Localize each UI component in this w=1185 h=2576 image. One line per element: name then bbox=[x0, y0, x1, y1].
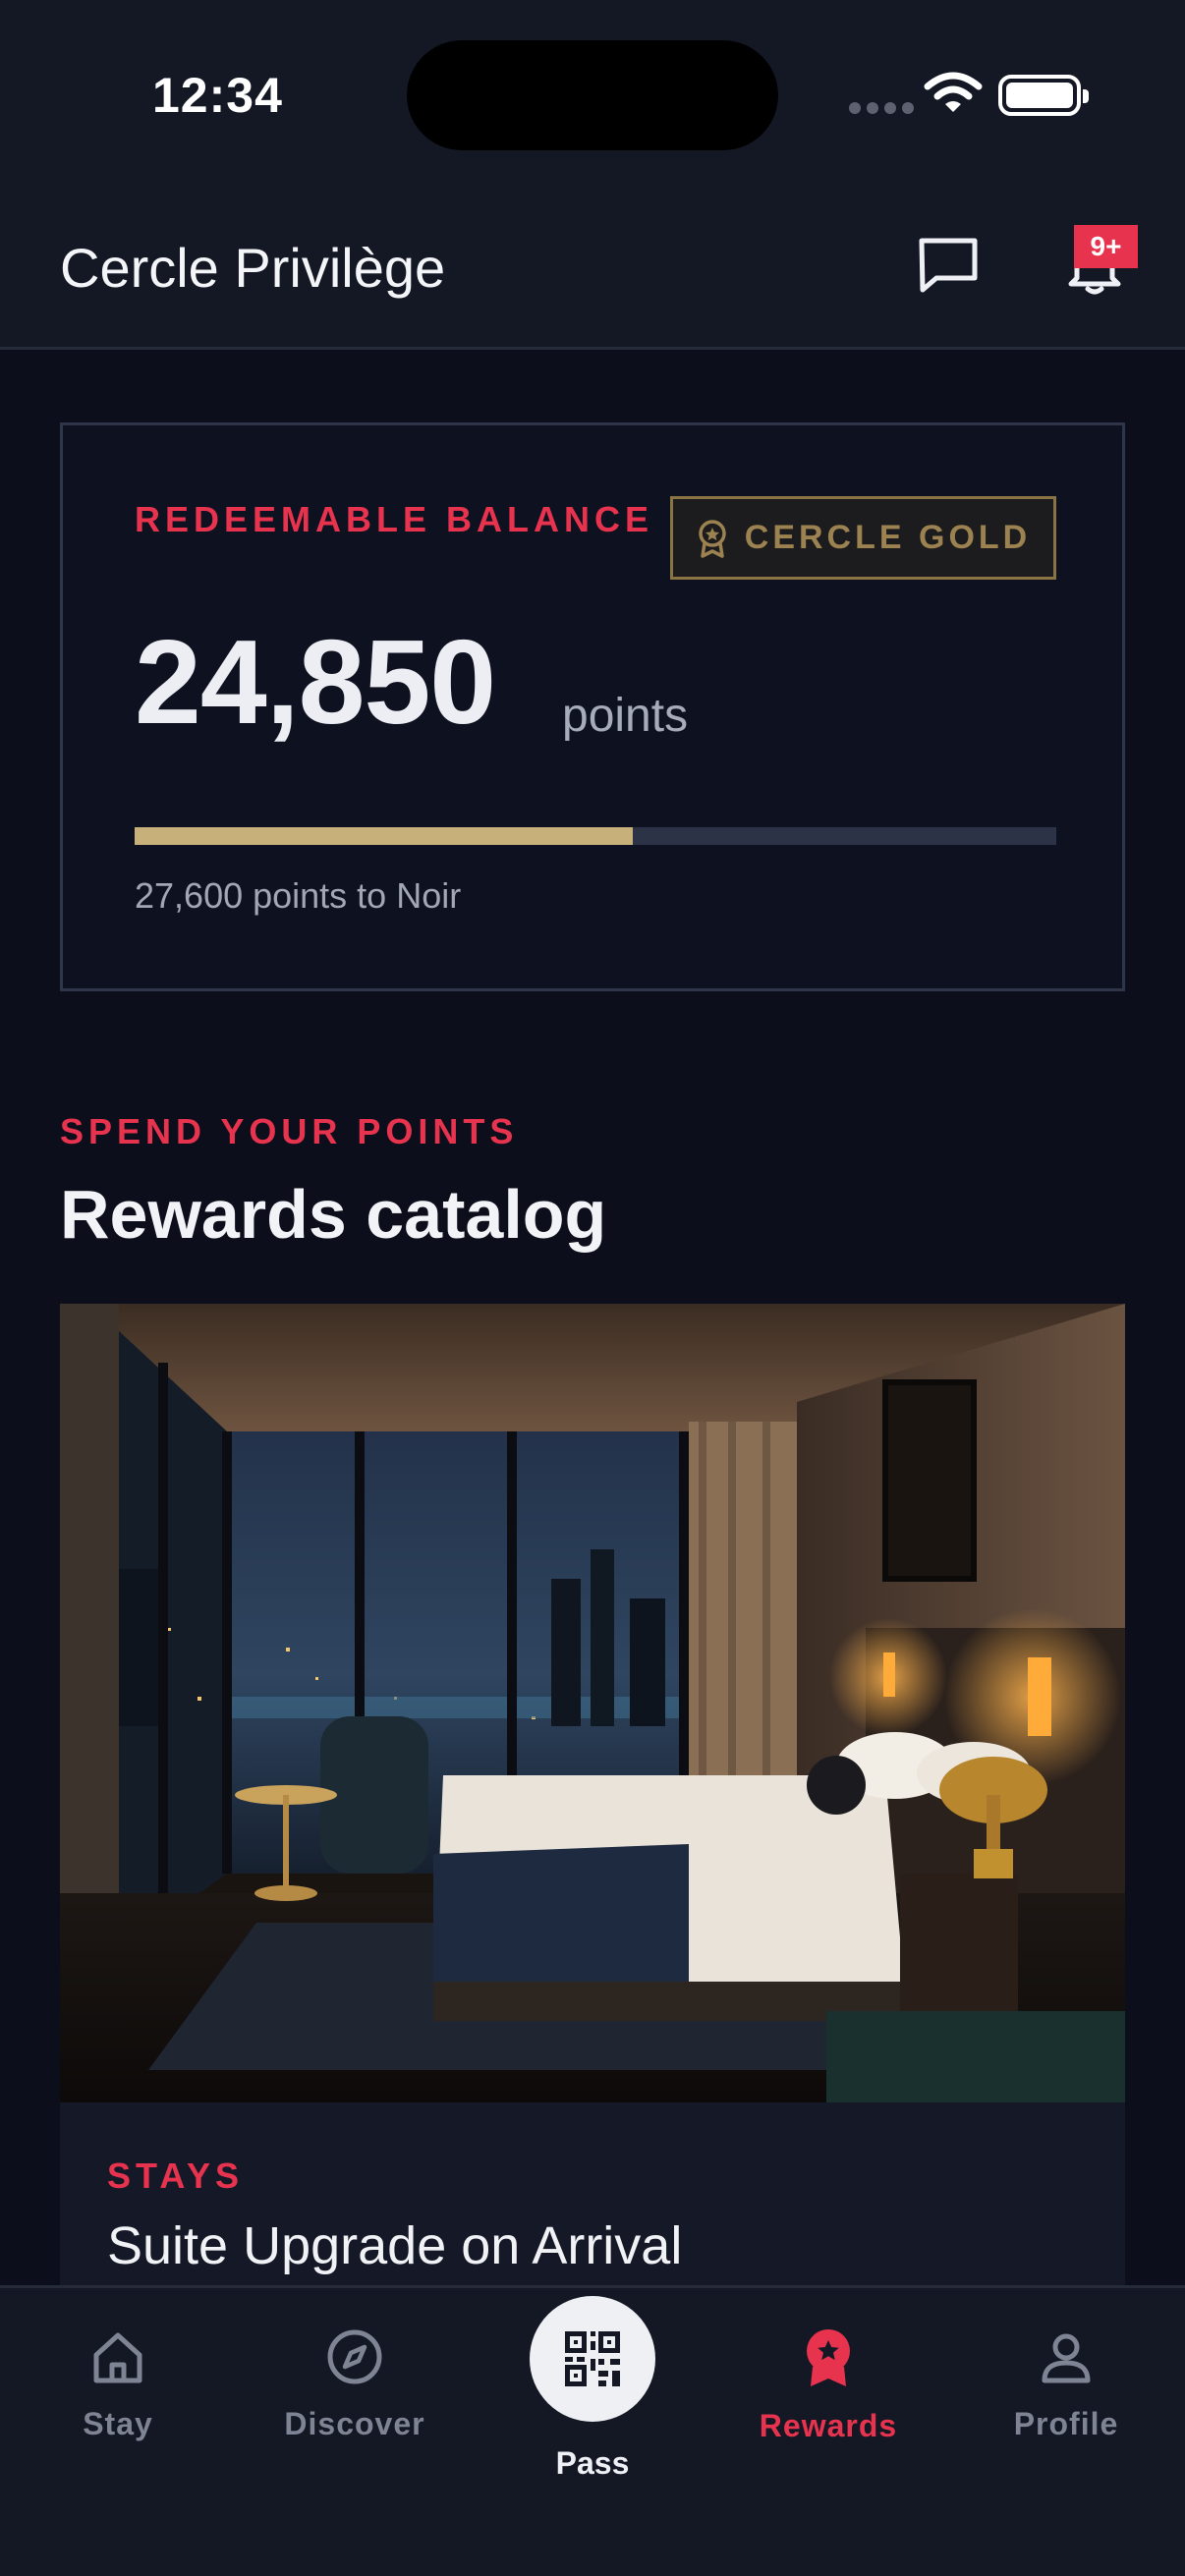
nav-label-rewards: Rewards bbox=[759, 2408, 898, 2443]
wifi-icon bbox=[924, 72, 983, 112]
tier-progress-text: 27,600 points to Noir bbox=[135, 875, 462, 916]
hotel-room-illustration bbox=[60, 1304, 1125, 2102]
reward-title: Suite Upgrade on Arrival bbox=[107, 2216, 683, 2275]
chat-icon bbox=[919, 238, 978, 293]
messages-button[interactable] bbox=[909, 226, 988, 305]
points-unit: points bbox=[562, 690, 689, 742]
nav-pass[interactable] bbox=[530, 2296, 655, 2422]
compass-icon bbox=[327, 2329, 382, 2384]
bottom-nav: Stay Discover Pass Rewards Profile bbox=[0, 2285, 1185, 2576]
nav-stay[interactable]: Stay bbox=[20, 2327, 216, 2442]
medal-icon bbox=[699, 519, 726, 558]
cellular-signal-icon bbox=[849, 102, 914, 114]
nav-label-stay: Stay bbox=[83, 2406, 153, 2441]
section-kicker: SPEND YOUR POINTS bbox=[60, 1111, 519, 1151]
nav-discover[interactable]: Discover bbox=[256, 2327, 453, 2442]
notification-count-badge: 9+ bbox=[1074, 225, 1138, 268]
nav-label-pass: Pass bbox=[555, 2445, 630, 2481]
nav-label-discover: Discover bbox=[284, 2406, 425, 2441]
nav-profile[interactable]: Profile bbox=[968, 2327, 1164, 2442]
reward-card[interactable]: STAYS Suite Upgrade on Arrival bbox=[60, 1304, 1125, 2286]
app-header: Cercle Privilège bbox=[0, 187, 1185, 350]
nav-label-profile: Profile bbox=[1013, 2406, 1119, 2441]
home-icon bbox=[93, 2332, 142, 2383]
section-title: Rewards catalog bbox=[60, 1176, 607, 1253]
nav-rewards[interactable]: Rewards bbox=[730, 2327, 927, 2444]
ribbon-star-icon bbox=[807, 2329, 850, 2386]
battery-icon bbox=[998, 75, 1089, 116]
reward-image bbox=[60, 1304, 1125, 2102]
tier-badge: CERCLE GOLD bbox=[670, 496, 1056, 580]
tier-progress-fill bbox=[135, 827, 633, 845]
reward-category: STAYS bbox=[107, 2156, 245, 2196]
page-title: Cercle Privilège bbox=[60, 237, 446, 299]
dynamic-island bbox=[407, 40, 778, 150]
balance-label: REDEEMABLE BALANCE bbox=[135, 499, 654, 539]
points-balance: 24,850 bbox=[135, 615, 496, 749]
tier-progress-bar bbox=[135, 827, 1056, 845]
user-icon bbox=[1042, 2333, 1091, 2383]
balance-card: REDEEMABLE BALANCE CERCLE GOLD 24,850 po… bbox=[60, 422, 1125, 991]
qr-code-icon bbox=[565, 2331, 620, 2386]
status-time: 12:34 bbox=[152, 68, 283, 123]
tier-label: CERCLE GOLD bbox=[744, 519, 1032, 556]
status-bar: 12:34 bbox=[0, 0, 1185, 187]
